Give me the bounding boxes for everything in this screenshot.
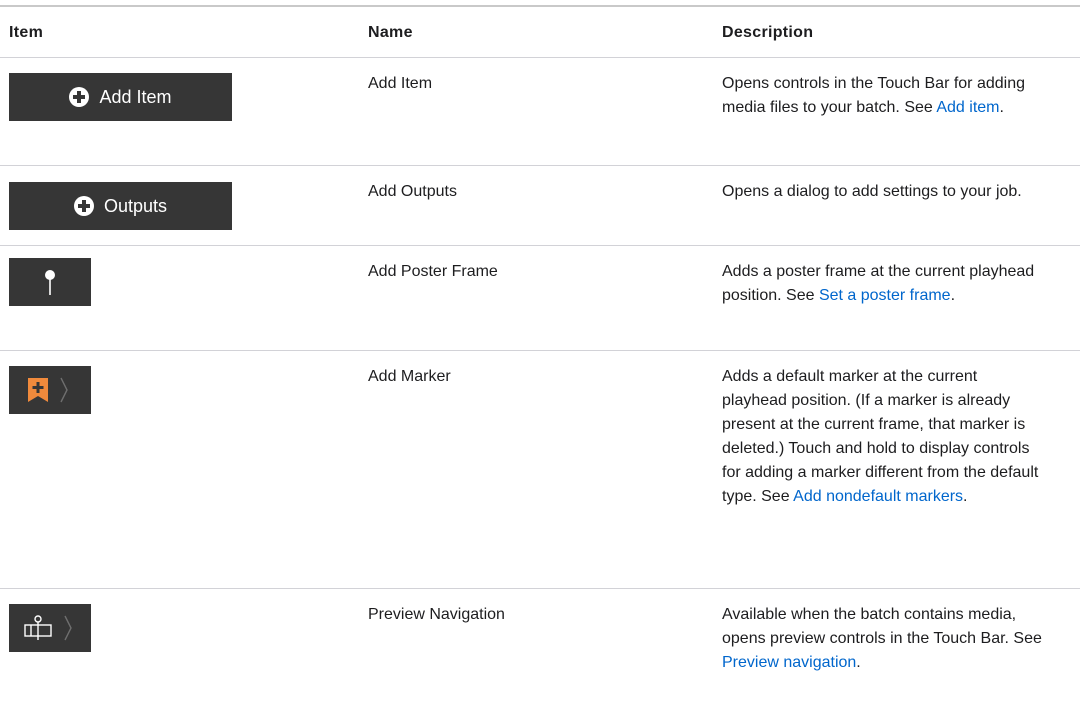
item-description: Available when the batch contains media,… [722,605,1042,671]
add-nondefault-markers-link[interactable]: Add nondefault markers [793,488,963,505]
table-row: Outputs Add Outputs Opens a dialog to ad… [0,165,1080,245]
header-description: Description [722,24,814,41]
preview-navigation-touchbar-button [9,603,91,652]
chevron-right-icon [60,377,68,402]
preview-navigation-icon [24,614,52,640]
add-item-touchbar-button: Add Item [9,72,232,121]
table-row: Add Marker Adds a default marker at the … [0,350,1080,588]
chevron-right-icon [64,615,72,640]
item-name: Add Marker [368,367,451,385]
touch-bar-controls-table: Item Name Description Add Item Add Item … [0,7,1080,716]
preview-navigation-link[interactable]: Preview navigation [722,654,856,671]
plus-circle-icon [69,86,90,107]
item-name: Add Item [368,74,433,92]
set-poster-frame-link[interactable]: Set a poster frame [819,287,951,304]
plus-circle-icon [73,195,94,216]
add-item-link[interactable]: Add item [936,99,999,116]
item-name: Preview Navigation [368,605,505,623]
table-row: Add Poster Frame Adds a poster frame at … [0,245,1080,350]
item-description: Opens controls in the Touch Bar for addi… [722,74,1025,116]
add-marker-touchbar-button [9,365,91,414]
item-name: Add Outputs [368,182,457,200]
table-row: Preview Navigation Available when the ba… [0,588,1080,716]
header-name: Name [368,24,413,41]
header-item: Item [9,24,44,41]
add-marker-icon [28,377,48,402]
item-description: Adds a default marker at the current pla… [722,367,1039,505]
add-item-button-label: Add Item [99,86,172,107]
table-header-row: Item Name Description [0,7,1080,57]
add-outputs-touchbar-button: Outputs [9,181,232,230]
item-description: Adds a poster frame at the current playh… [722,262,1035,304]
table-row: Add Item Add Item Opens controls in the … [0,57,1080,165]
poster-frame-pin-icon [45,269,55,295]
item-description: Opens a dialog to add settings to your j… [722,182,1022,200]
poster-frame-touchbar-button [9,257,91,306]
item-name: Add Poster Frame [368,262,498,280]
outputs-button-label: Outputs [103,195,168,216]
